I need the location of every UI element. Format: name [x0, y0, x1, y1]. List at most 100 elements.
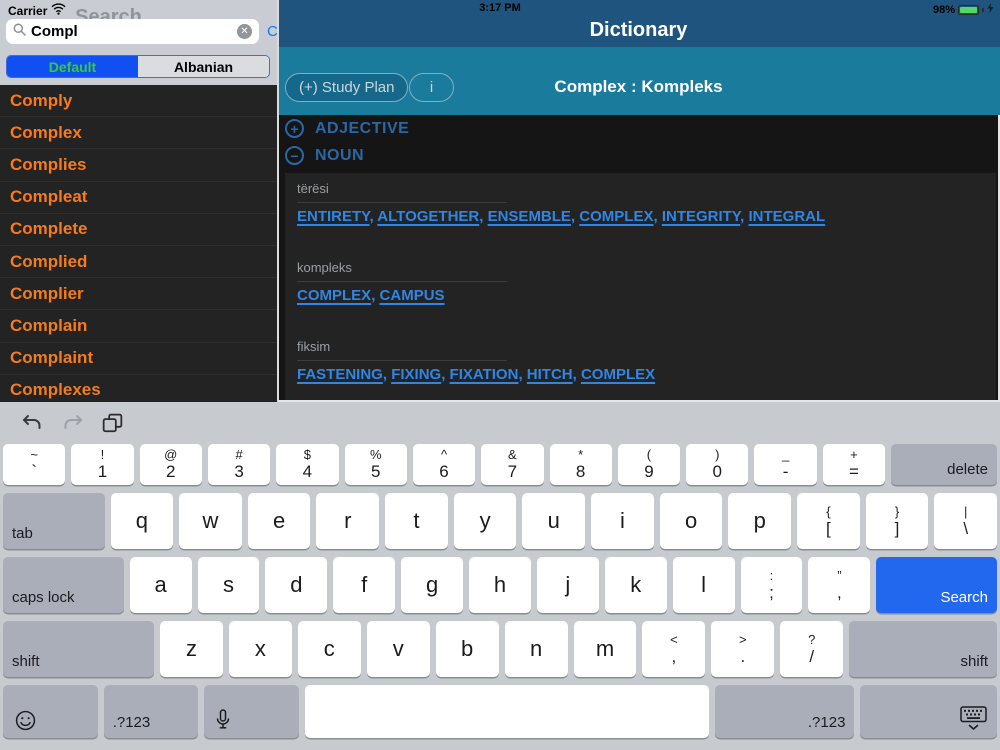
segment-default[interactable]: Default — [7, 56, 138, 77]
pos-toggle-noun[interactable]: − NOUN — [277, 142, 998, 169]
related-word-link[interactable]: FIXATION — [450, 366, 519, 383]
key-i[interactable]: i — [591, 493, 654, 549]
dictation-key[interactable] — [204, 685, 300, 738]
key-g[interactable]: g — [401, 557, 464, 613]
word-list-item[interactable]: Comply — [0, 85, 277, 118]
key-m[interactable]: m — [573, 621, 637, 677]
key-5[interactable]: % 5 — [344, 444, 407, 485]
key-f[interactable]: f — [333, 557, 396, 613]
cancel-button[interactable]: Cancel — [267, 23, 277, 40]
key-9[interactable]: (9 — [617, 444, 681, 485]
key-`[interactable]: ~ ` — [3, 444, 66, 485]
key-v[interactable]: v — [366, 621, 430, 677]
key-x[interactable]: x — [228, 621, 292, 677]
related-word-link[interactable]: INTEGRITY — [662, 208, 740, 225]
key-8[interactable]: * 8 — [549, 444, 612, 485]
numbers-right-key[interactable]: .?123 — [714, 685, 855, 738]
key-.[interactable]: >. — [711, 621, 775, 677]
emoji-key[interactable] — [3, 685, 98, 738]
related-word-link[interactable]: ENTIRETY — [297, 208, 370, 225]
related-word-link[interactable]: INTEGRAL — [749, 208, 826, 225]
pos-toggle-adjective[interactable]: + ADJECTIVE — [277, 115, 998, 142]
key-6[interactable]: ^ 6 — [412, 444, 476, 485]
key-][interactable]: }] — [865, 493, 929, 549]
shift-right-key[interactable]: shift — [849, 621, 998, 677]
key-=[interactable]: + = — [822, 444, 886, 485]
key-;[interactable]: :; — [740, 557, 803, 613]
delete-key[interactable]: delete — [891, 444, 997, 485]
related-word-link[interactable]: ENSEMBLE — [488, 208, 571, 225]
related-word-link[interactable]: COMPLEX — [297, 287, 371, 304]
key-h[interactable]: h — [469, 557, 531, 613]
key-e[interactable]: e — [247, 493, 311, 549]
key-\[interactable]: | \ — [934, 493, 998, 549]
word-list-item[interactable]: Complain — [0, 310, 277, 343]
key-p[interactable]: p — [728, 493, 792, 549]
word-list-item[interactable]: Complexes — [0, 375, 277, 402]
key-0[interactable]: ) 0 — [686, 444, 749, 485]
segment-albanian[interactable]: Albanian — [138, 56, 269, 77]
link-separator: , — [371, 287, 380, 304]
word-list-item[interactable]: Complier — [0, 278, 277, 311]
word-list-item[interactable]: Complaint — [0, 343, 277, 375]
word-list-item[interactable]: Complies — [0, 149, 277, 182]
key-c[interactable]: c — [297, 621, 361, 677]
numbers-left-key[interactable]: .?123 — [103, 685, 199, 738]
key-2[interactable]: @2 — [139, 444, 202, 485]
link-separator: , — [479, 208, 488, 225]
word-list-item[interactable]: Complex — [0, 117, 277, 150]
related-word-link[interactable]: FIXING — [391, 366, 441, 383]
key-1[interactable]: ! 1 — [71, 444, 134, 485]
redo-icon[interactable] — [61, 413, 85, 433]
dismiss-keyboard-key[interactable] — [860, 685, 997, 738]
key-b[interactable]: b — [435, 621, 499, 677]
key-o[interactable]: o — [659, 493, 723, 549]
key-u[interactable]: u — [522, 493, 586, 549]
search-key[interactable]: Search — [876, 557, 997, 613]
key-3[interactable]: #3 — [207, 444, 271, 485]
key-z[interactable]: z — [160, 621, 223, 677]
key-k[interactable]: k — [604, 557, 667, 613]
tab-key[interactable]: tab — [3, 493, 105, 549]
key-q[interactable]: q — [110, 493, 174, 549]
key-w[interactable]: w — [179, 493, 242, 549]
key-,[interactable]: <, — [642, 621, 706, 677]
key-l[interactable]: l — [672, 557, 735, 613]
related-word-link[interactable]: FASTENING — [297, 366, 383, 383]
space-key[interactable] — [305, 685, 709, 738]
key-r[interactable]: r — [316, 493, 380, 549]
related-word-link[interactable]: ALTOGETHER — [377, 208, 479, 225]
key-y[interactable]: y — [453, 493, 517, 549]
key-label: shift — [960, 653, 989, 670]
key-a[interactable]: a — [129, 557, 192, 613]
key--[interactable]: _ - — [754, 444, 817, 485]
key-t[interactable]: t — [385, 493, 448, 549]
battery-icon — [958, 4, 979, 15]
caps-lock-key[interactable]: caps lock — [3, 557, 124, 613]
related-word-link[interactable]: CAMPUS — [380, 287, 445, 304]
word-list-item[interactable]: Complete — [0, 214, 277, 246]
key-/[interactable]: ? / — [780, 621, 844, 677]
shift-left-key[interactable]: shift — [3, 621, 154, 677]
word-list-item[interactable]: Complied — [0, 246, 277, 279]
search-field[interactable]: ✕ — [6, 19, 259, 44]
paste-icon[interactable] — [102, 413, 123, 434]
related-word-link[interactable]: COMPLEX — [581, 366, 655, 383]
key-7[interactable]: & 7 — [481, 444, 544, 485]
key-j[interactable]: j — [536, 557, 599, 613]
related-word-link[interactable]: HITCH — [527, 366, 573, 383]
key-s[interactable]: s — [197, 557, 260, 613]
key-,[interactable]: ”, — [808, 557, 871, 613]
link-separator: , — [441, 366, 450, 383]
key-[[interactable]: {[ — [797, 493, 860, 549]
key-d[interactable]: d — [265, 557, 328, 613]
key-char: s — [222, 572, 234, 597]
related-word-link[interactable]: COMPLEX — [579, 208, 653, 225]
key-shift-char: : — [769, 567, 774, 583]
key-n[interactable]: n — [504, 621, 568, 677]
key-4[interactable]: $4 — [276, 444, 339, 485]
word-list-item[interactable]: Compleat — [0, 182, 277, 214]
clear-search-icon[interactable]: ✕ — [237, 24, 252, 39]
undo-icon[interactable] — [20, 413, 44, 433]
search-input[interactable] — [31, 23, 232, 40]
